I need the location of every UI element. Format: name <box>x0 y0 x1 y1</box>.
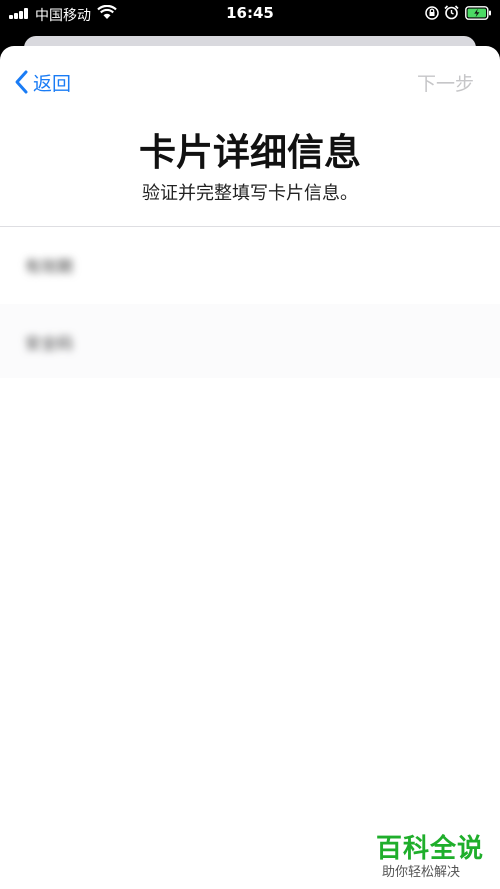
next-button[interactable]: 下一步 <box>417 69 474 96</box>
watermark-title: 百科全说 <box>376 834 485 864</box>
security-code-field[interactable]: 安全码 <box>0 304 500 378</box>
alarm-icon <box>444 5 459 20</box>
chevron-left-icon <box>15 70 28 94</box>
page-title: 卡片详细信息 <box>139 131 361 174</box>
watermark-subtitle: 助你轻松解决 <box>382 865 461 880</box>
expiry-date-field[interactable]: 有效期 <box>0 227 500 301</box>
battery-icon <box>465 6 491 20</box>
screen: 中国移动 16:45 返回 下一步 卡片详细信息 验证并完整填写卡片信息。 有效… <box>0 0 500 889</box>
rotation-lock-icon <box>425 6 439 20</box>
security-code-label: 安全码 <box>25 334 74 353</box>
status-bar: 中国移动 16:45 <box>0 0 500 28</box>
expiry-date-label: 有效期 <box>25 257 74 276</box>
back-button[interactable]: 返回 <box>13 68 71 96</box>
page-subtitle: 验证并完整填写卡片信息。 <box>142 183 358 204</box>
back-label: 返回 <box>33 72 72 95</box>
card-details-sheet: 返回 下一步 卡片详细信息 验证并完整填写卡片信息。 有效期 安全码 <box>0 46 500 889</box>
